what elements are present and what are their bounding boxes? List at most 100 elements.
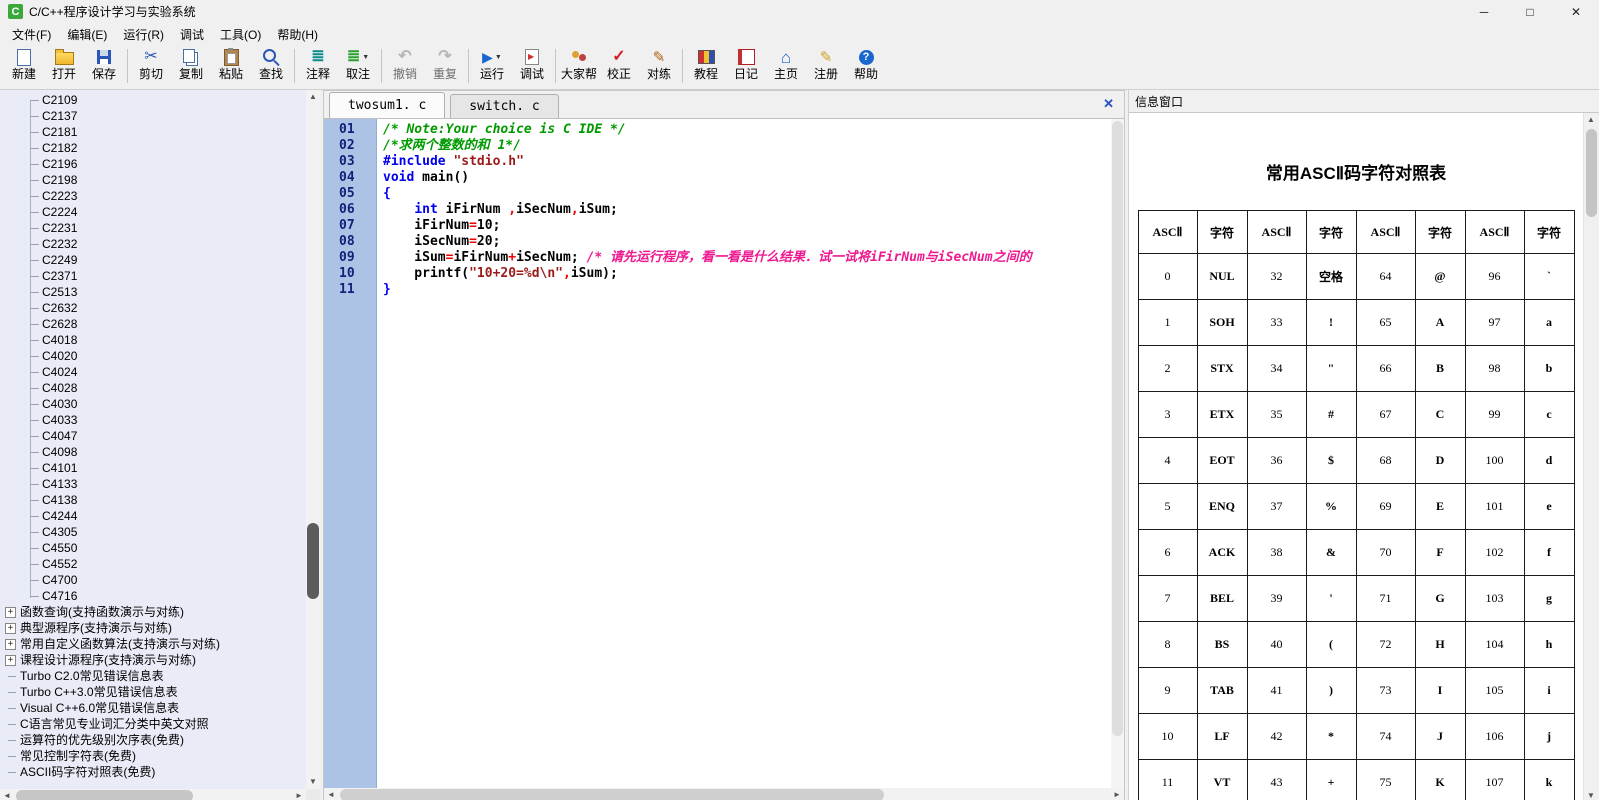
home-button[interactable]: 主页 [766, 47, 806, 81]
editor-body[interactable]: 0102030405060708091011 /* Note:Your choi… [324, 119, 1124, 788]
diary-button[interactable]: 日记 [726, 47, 766, 81]
dropdown-arrow-icon[interactable]: ▼ [495, 54, 502, 61]
menu-item-1[interactable]: 文件(F) [4, 23, 59, 46]
sidebar-item-c4138[interactable]: C4138 [0, 492, 306, 508]
comment-button[interactable]: 注释 [298, 47, 338, 81]
sidebar-item-c2628[interactable]: C2628 [0, 316, 306, 332]
sidebar-item-table-7[interactable]: ASCII码字符对照表(免费) [0, 764, 306, 780]
tutorial-button[interactable]: 教程 [686, 47, 726, 81]
expand-icon[interactable]: + [5, 607, 16, 618]
tab-1[interactable]: twosum1. c [329, 92, 445, 118]
sidebar-item-c2182[interactable]: C2182 [0, 140, 306, 156]
scroll-right-icon[interactable]: ► [1110, 788, 1124, 800]
sidebar-item-c4552[interactable]: C4552 [0, 556, 306, 572]
expand-icon[interactable]: + [5, 655, 16, 666]
sidebar-item-c4716[interactable]: C4716 [0, 588, 306, 604]
menu-item-3[interactable]: 运行(R) [115, 23, 172, 46]
paste-button[interactable]: 粘贴 [211, 47, 251, 81]
check-button[interactable]: 校正 [599, 47, 639, 81]
sidebar-branch-4[interactable]: +课程设计源程序(支持演示与对练) [0, 652, 306, 668]
sidebar-item-c4024[interactable]: C4024 [0, 364, 306, 380]
sidebar-item-c4098[interactable]: C4098 [0, 444, 306, 460]
sidebar-item-table-1[interactable]: Turbo C2.0常见错误信息表 [0, 668, 306, 684]
sidebar-item-c4030[interactable]: C4030 [0, 396, 306, 412]
minimize-button[interactable]: ─ [1461, 0, 1507, 23]
sidebar-item-c2249[interactable]: C2249 [0, 252, 306, 268]
sidebar-item-c4133[interactable]: C4133 [0, 476, 306, 492]
sidebar-item-c2109[interactable]: C2109 [0, 92, 306, 108]
scroll-down-icon[interactable]: ▼ [1584, 789, 1598, 800]
expand-icon[interactable]: + [5, 623, 16, 634]
sidebar-item-c2232[interactable]: C2232 [0, 236, 306, 252]
sidebar-item-c2513[interactable]: C2513 [0, 284, 306, 300]
scroll-up-icon[interactable]: ▲ [1584, 113, 1598, 127]
info-vertical-scrollbar[interactable]: ▲ ▼ [1583, 113, 1599, 800]
editor-hscrollbar-thumb[interactable] [340, 789, 884, 800]
find-button[interactable]: 查找 [251, 47, 291, 81]
open-folder-button[interactable]: 打开 [44, 47, 84, 81]
scroll-up-icon[interactable]: ▲ [306, 90, 320, 104]
sidebar-scrollbar-thumb[interactable] [307, 523, 319, 599]
scroll-left-icon[interactable]: ◄ [0, 789, 14, 800]
editor-vscrollbar-thumb[interactable] [1112, 121, 1123, 736]
save-button[interactable]: 保存 [84, 47, 124, 81]
sidebar-horizontal-scrollbar[interactable]: ◄ ► [0, 789, 306, 800]
scroll-right-icon[interactable]: ► [292, 789, 306, 800]
info-scrollbar-thumb[interactable] [1586, 129, 1597, 217]
menu-item-2[interactable]: 编辑(E) [59, 23, 115, 46]
sidebar-item-c2137[interactable]: C2137 [0, 108, 306, 124]
sidebar-branch-3[interactable]: +常用自定义函数算法(支持演示与对练) [0, 636, 306, 652]
scroll-down-icon[interactable]: ▼ [306, 775, 320, 789]
sidebar-item-c2223[interactable]: C2223 [0, 188, 306, 204]
sidebar-item-c4101[interactable]: C4101 [0, 460, 306, 476]
sidebar-item-c2196[interactable]: C2196 [0, 156, 306, 172]
sidebar-item-c4020[interactable]: C4020 [0, 348, 306, 364]
sidebar-item-table-4[interactable]: C语言常见专业词汇分类中英文对照 [0, 716, 306, 732]
sidebar-item-c2231[interactable]: C2231 [0, 220, 306, 236]
sidebar-item-c2224[interactable]: C2224 [0, 204, 306, 220]
debug-button[interactable]: 调试 [512, 47, 552, 81]
community-button[interactable]: 大家帮 [559, 47, 599, 81]
close-button[interactable]: ✕ [1553, 0, 1599, 23]
uncomment-button[interactable]: ▼取注 [338, 47, 378, 81]
menu-item-4[interactable]: 调试 [172, 23, 212, 46]
register-button[interactable]: 注册 [806, 47, 846, 81]
sidebar-item-c4018[interactable]: C4018 [0, 332, 306, 348]
sidebar-item-c4028[interactable]: C4028 [0, 380, 306, 396]
sidebar-vertical-scrollbar[interactable]: ▲ ▼ [306, 90, 320, 789]
sidebar-item-c2632[interactable]: C2632 [0, 300, 306, 316]
sidebar-item-table-2[interactable]: Turbo C++3.0常见错误信息表 [0, 684, 306, 700]
maximize-button[interactable]: □ [1507, 0, 1553, 23]
sidebar-branch-2[interactable]: +典型源程序(支持演示与对练) [0, 620, 306, 636]
sidebar-branch-1[interactable]: +函数查询(支持函数演示与对练) [0, 604, 306, 620]
sidebar-item-c2371[interactable]: C2371 [0, 268, 306, 284]
sidebar-item-c4700[interactable]: C4700 [0, 572, 306, 588]
menu-item-6[interactable]: 帮助(H) [269, 23, 326, 46]
help-button[interactable]: 帮助 [846, 47, 886, 81]
new-file-button[interactable]: 新建 [4, 47, 44, 81]
sidebar-item-c4550[interactable]: C4550 [0, 540, 306, 556]
sidebar-item-table-6[interactable]: 常见控制字符表(免费) [0, 748, 306, 764]
sidebar-item-c4047[interactable]: C4047 [0, 428, 306, 444]
editor-horizontal-scrollbar[interactable]: ◄ ► [324, 788, 1124, 800]
sidebar-item-c4033[interactable]: C4033 [0, 412, 306, 428]
dropdown-arrow-icon[interactable]: ▼ [362, 54, 369, 61]
tab-close-button[interactable]: ✕ [1103, 96, 1114, 112]
sidebar-item-table-5[interactable]: 运算符的优先级别次序表(免费) [0, 732, 306, 748]
code-area[interactable]: /* Note:Your choice is C IDE *//*求两个整数的和… [377, 119, 1111, 788]
sidebar-item-c2181[interactable]: C2181 [0, 124, 306, 140]
copy-button[interactable]: 复制 [171, 47, 211, 81]
tab-2[interactable]: switch. c [450, 94, 558, 118]
sidebar-item-c2198[interactable]: C2198 [0, 172, 306, 188]
expand-icon[interactable]: + [5, 639, 16, 650]
sidebar-item-c4305[interactable]: C4305 [0, 524, 306, 540]
cut-button[interactable]: 剪切 [131, 47, 171, 81]
sidebar-hscrollbar-thumb[interactable] [16, 790, 193, 800]
practice-button[interactable]: 对练 [639, 47, 679, 81]
run-button[interactable]: ▼运行 [472, 47, 512, 81]
menu-item-5[interactable]: 工具(O) [212, 23, 269, 46]
sidebar-item-c4244[interactable]: C4244 [0, 508, 306, 524]
editor-vertical-scrollbar[interactable] [1111, 119, 1124, 788]
sidebar-item-table-3[interactable]: Visual C++6.0常见错误信息表 [0, 700, 306, 716]
scroll-left-icon[interactable]: ◄ [324, 788, 338, 800]
